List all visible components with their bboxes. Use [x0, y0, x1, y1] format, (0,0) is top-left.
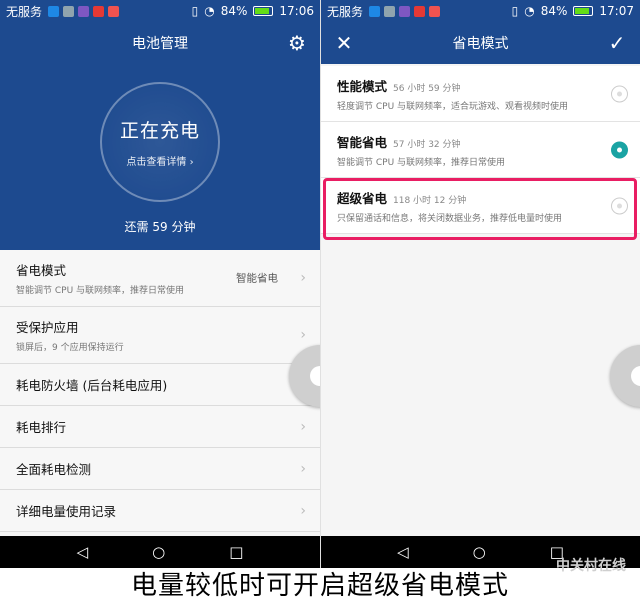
notification-icon: [48, 5, 60, 17]
battery-icon: [253, 6, 274, 16]
back-icon[interactable]: ◁: [397, 543, 409, 561]
notification-icon: [93, 5, 105, 17]
list-item-full-check[interactable]: 全面耗电检测 ›: [0, 448, 320, 490]
view-details-link[interactable]: 点击查看详情 ›: [126, 153, 193, 168]
clock: 17:06: [279, 4, 314, 18]
item-value: 智能省电: [236, 272, 278, 285]
item-title: 耗电防火墙 (后台耗电应用): [16, 378, 168, 393]
floating-nav-button[interactable]: [610, 345, 640, 407]
option-super-saving[interactable]: 超级省电 118 小时 12 分钟 只保留通话和信息，将关闭数据业务，推荐低电量…: [321, 178, 640, 234]
settings-list: 省电模式 智能调节 CPU 与联网频率，推荐日常使用 智能省电 › 受保护应用 …: [0, 250, 320, 532]
radio-button-selected[interactable]: [611, 141, 628, 158]
notification-icon: [384, 5, 396, 17]
chevron-right-icon: ›: [300, 418, 306, 435]
battery-icon: [573, 6, 594, 16]
list-item-firewall[interactable]: 耗电防火墙 (后台耗电应用): [0, 364, 320, 406]
notification-icon: [414, 5, 426, 17]
option-title: 智能省电: [337, 134, 388, 150]
option-title: 超级省电: [337, 190, 388, 206]
status-bar: 无服务 ▯ ◔ 84% 17:06: [0, 0, 320, 22]
time-remaining: 还需 59 分钟: [124, 220, 196, 234]
app-bar: 电池管理 ⚙: [0, 22, 320, 64]
chevron-right-icon: ›: [300, 270, 306, 286]
option-performance-mode[interactable]: 性能模式 56 小时 59 分钟 轻度调节 CPU 与联网频率，适合玩游戏、观看…: [321, 66, 640, 122]
wifi-icon: ◔: [524, 4, 535, 18]
close-icon[interactable]: ✕: [331, 30, 357, 56]
back-icon[interactable]: ◁: [77, 543, 89, 561]
check-icon[interactable]: ✓: [604, 30, 630, 56]
vibrate-icon: ▯: [511, 4, 519, 18]
carrier-label: 无服务: [6, 4, 43, 19]
home-icon[interactable]: ○: [473, 543, 486, 561]
recents-icon[interactable]: □: [229, 543, 243, 561]
chevron-right-icon: ›: [300, 327, 306, 343]
radio-button[interactable]: [611, 85, 628, 102]
battery-percent: 84%: [220, 4, 248, 18]
gear-icon[interactable]: ⚙: [284, 30, 310, 56]
notification-icon: [108, 5, 120, 17]
battery-percent: 84%: [540, 4, 568, 18]
caption: 电量较低时可开启超级省电模式: [0, 568, 640, 604]
option-duration: 56 小时 59 分钟: [393, 83, 461, 94]
app-bar: ✕ 省电模式 ✓: [321, 22, 640, 64]
notification-icon: [78, 5, 90, 17]
charging-ring[interactable]: 正在充电 点击查看详情 ›: [100, 82, 220, 202]
status-bar: 无服务 ▯ ◔ 84% 17:07: [321, 0, 640, 22]
item-subtitle: 锁屏后，9 个应用保持运行: [16, 343, 124, 353]
charging-status: 正在充电: [119, 120, 200, 142]
navigation-bar: ◁ ○ □: [0, 536, 320, 568]
option-description: 只保留通话和信息，将关闭数据业务，推荐低电量时使用: [337, 213, 563, 224]
chevron-right-icon: ›: [300, 460, 306, 477]
notification-icon: [63, 5, 75, 17]
list-item-power-mode[interactable]: 省电模式 智能调节 CPU 与联网频率，推荐日常使用 智能省电 ›: [0, 250, 320, 307]
item-title: 受保护应用: [16, 320, 79, 335]
option-duration: 118 小时 12 分钟: [393, 195, 467, 206]
option-description: 智能调节 CPU 与联网频率，推荐日常使用: [337, 157, 506, 168]
list-item-protected-apps[interactable]: 受保护应用 锁屏后，9 个应用保持运行 ›: [0, 307, 320, 364]
list-item-usage-records[interactable]: 详细电量使用记录 ›: [0, 490, 320, 532]
option-title: 性能模式: [337, 78, 388, 94]
notification-icon: [369, 5, 381, 17]
item-title: 全面耗电检测: [16, 462, 92, 477]
carrier-label: 无服务: [327, 4, 364, 19]
clock: 17:07: [599, 4, 634, 18]
list-item-ranking[interactable]: 耗电排行 ›: [0, 406, 320, 448]
option-smart-saving[interactable]: 智能省电 57 小时 32 分钟 智能调节 CPU 与联网频率，推荐日常使用: [321, 122, 640, 178]
radio-button[interactable]: [611, 197, 628, 214]
vibrate-icon: ▯: [191, 4, 199, 18]
item-title: 耗电排行: [16, 420, 67, 435]
chevron-right-icon: ›: [300, 502, 306, 519]
power-mode-screen: 无服务 ▯ ◔ 84% 17:07 ✕ 省电模式 ✓ 性能模式 56 小时 59…: [320, 0, 640, 568]
page-title: 电池管理: [132, 36, 188, 52]
home-icon[interactable]: ○: [152, 543, 165, 561]
charging-panel: 正在充电 点击查看详情 › 还需 59 分钟: [0, 64, 320, 250]
notification-icon: [429, 5, 441, 17]
battery-management-screen: 无服务 ▯ ◔ 84% 17:06 电池管理 ⚙ 正在充电 点击查看详情 › 还…: [0, 0, 320, 568]
option-duration: 57 小时 32 分钟: [393, 139, 461, 150]
notification-icon: [399, 5, 411, 17]
option-description: 轻度调节 CPU 与联网频率，适合玩游戏、观看视频时使用: [337, 101, 569, 112]
item-title: 详细电量使用记录: [16, 504, 117, 519]
wifi-icon: ◔: [204, 4, 215, 18]
watermark: 中关村在线: [556, 558, 626, 574]
page-title: 省电模式: [452, 36, 509, 52]
